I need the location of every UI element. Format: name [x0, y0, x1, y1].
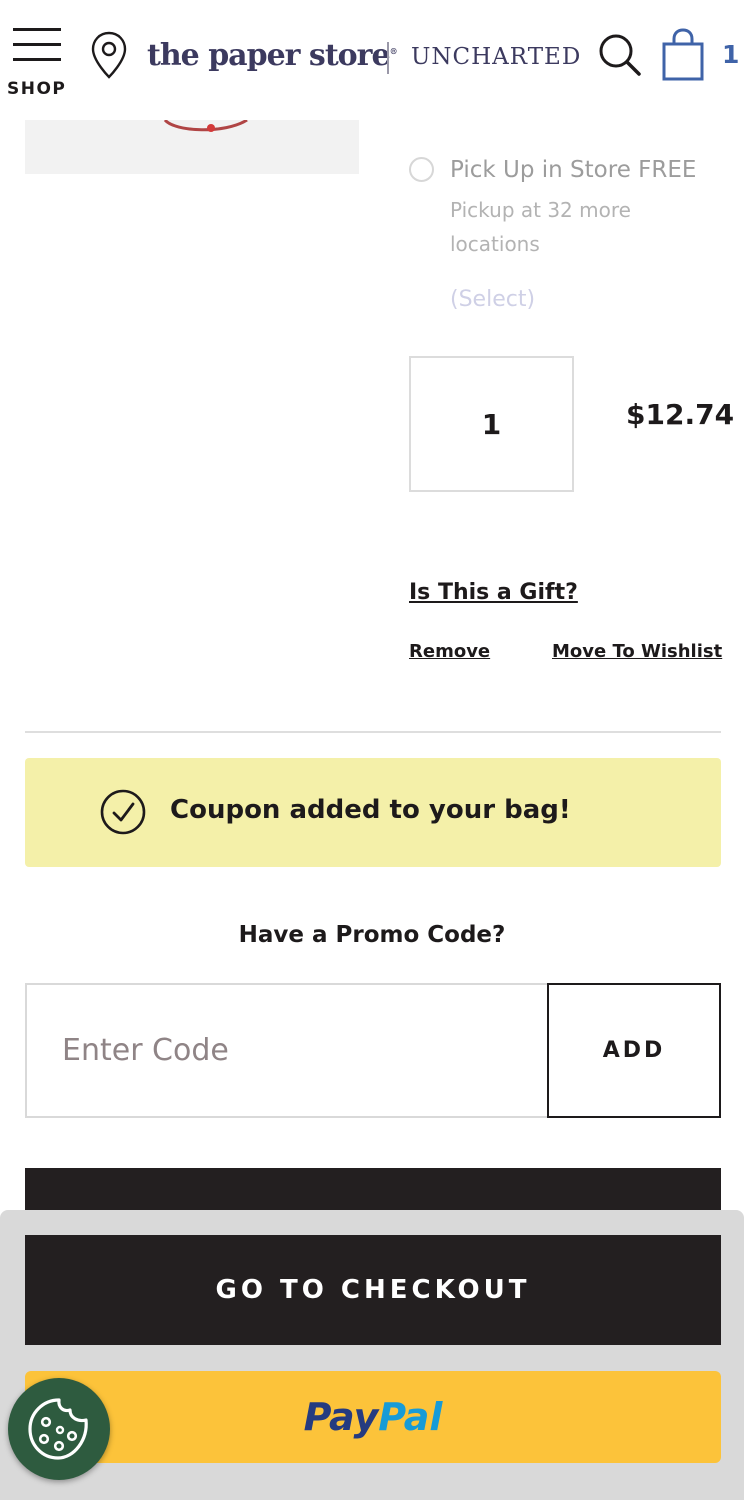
- promo-title: Have a Promo Code?: [238, 922, 506, 948]
- quantity-field[interactable]: 1: [409, 356, 574, 492]
- uncharted-logo[interactable]: UNCHARTED: [411, 44, 581, 70]
- add-promo-button[interactable]: ADD: [547, 983, 721, 1118]
- section-divider: [25, 731, 721, 733]
- cookie-settings-button[interactable]: [8, 1378, 110, 1480]
- top-header: SHOP the paper store® UNCHARTED 1: [0, 0, 744, 118]
- pickup-title: Pick Up in Store FREE: [450, 157, 697, 183]
- paypal-logo-pal: Pal: [378, 1395, 443, 1439]
- hamburger-menu-icon[interactable]: [13, 28, 61, 66]
- cookie-icon: [28, 1398, 88, 1460]
- header-divider: [387, 42, 389, 74]
- remove-link[interactable]: Remove: [409, 641, 490, 662]
- gift-link[interactable]: Is This a Gift?: [409, 580, 578, 605]
- shop-label[interactable]: SHOP: [7, 79, 66, 99]
- pickup-subtext: Pickup at 32 more locations: [450, 198, 631, 256]
- check-circle-icon: [100, 789, 146, 839]
- quantity-value: 1: [481, 407, 502, 441]
- shopping-bag-icon[interactable]: [661, 28, 705, 86]
- move-to-wishlist-link[interactable]: Move To Wishlist: [552, 641, 722, 662]
- pickup-radio[interactable]: [409, 157, 434, 182]
- promo-code-input[interactable]: [25, 983, 549, 1118]
- product-image[interactable]: [25, 120, 359, 174]
- coupon-message: Coupon added to your bag!: [170, 795, 571, 825]
- bag-count-badge[interactable]: 1: [722, 40, 739, 69]
- paypal-logo-pay: Pay: [303, 1395, 379, 1439]
- item-price: $12.74: [626, 398, 735, 431]
- paper-store-logo[interactable]: the paper store®: [147, 38, 398, 73]
- location-pin-icon[interactable]: [91, 31, 127, 83]
- search-icon[interactable]: [598, 33, 642, 81]
- select-store-link[interactable]: (Select): [450, 287, 535, 312]
- go-to-checkout-button[interactable]: GO TO CHECKOUT: [25, 1235, 721, 1345]
- paypal-button[interactable]: Pay Pal: [25, 1371, 721, 1463]
